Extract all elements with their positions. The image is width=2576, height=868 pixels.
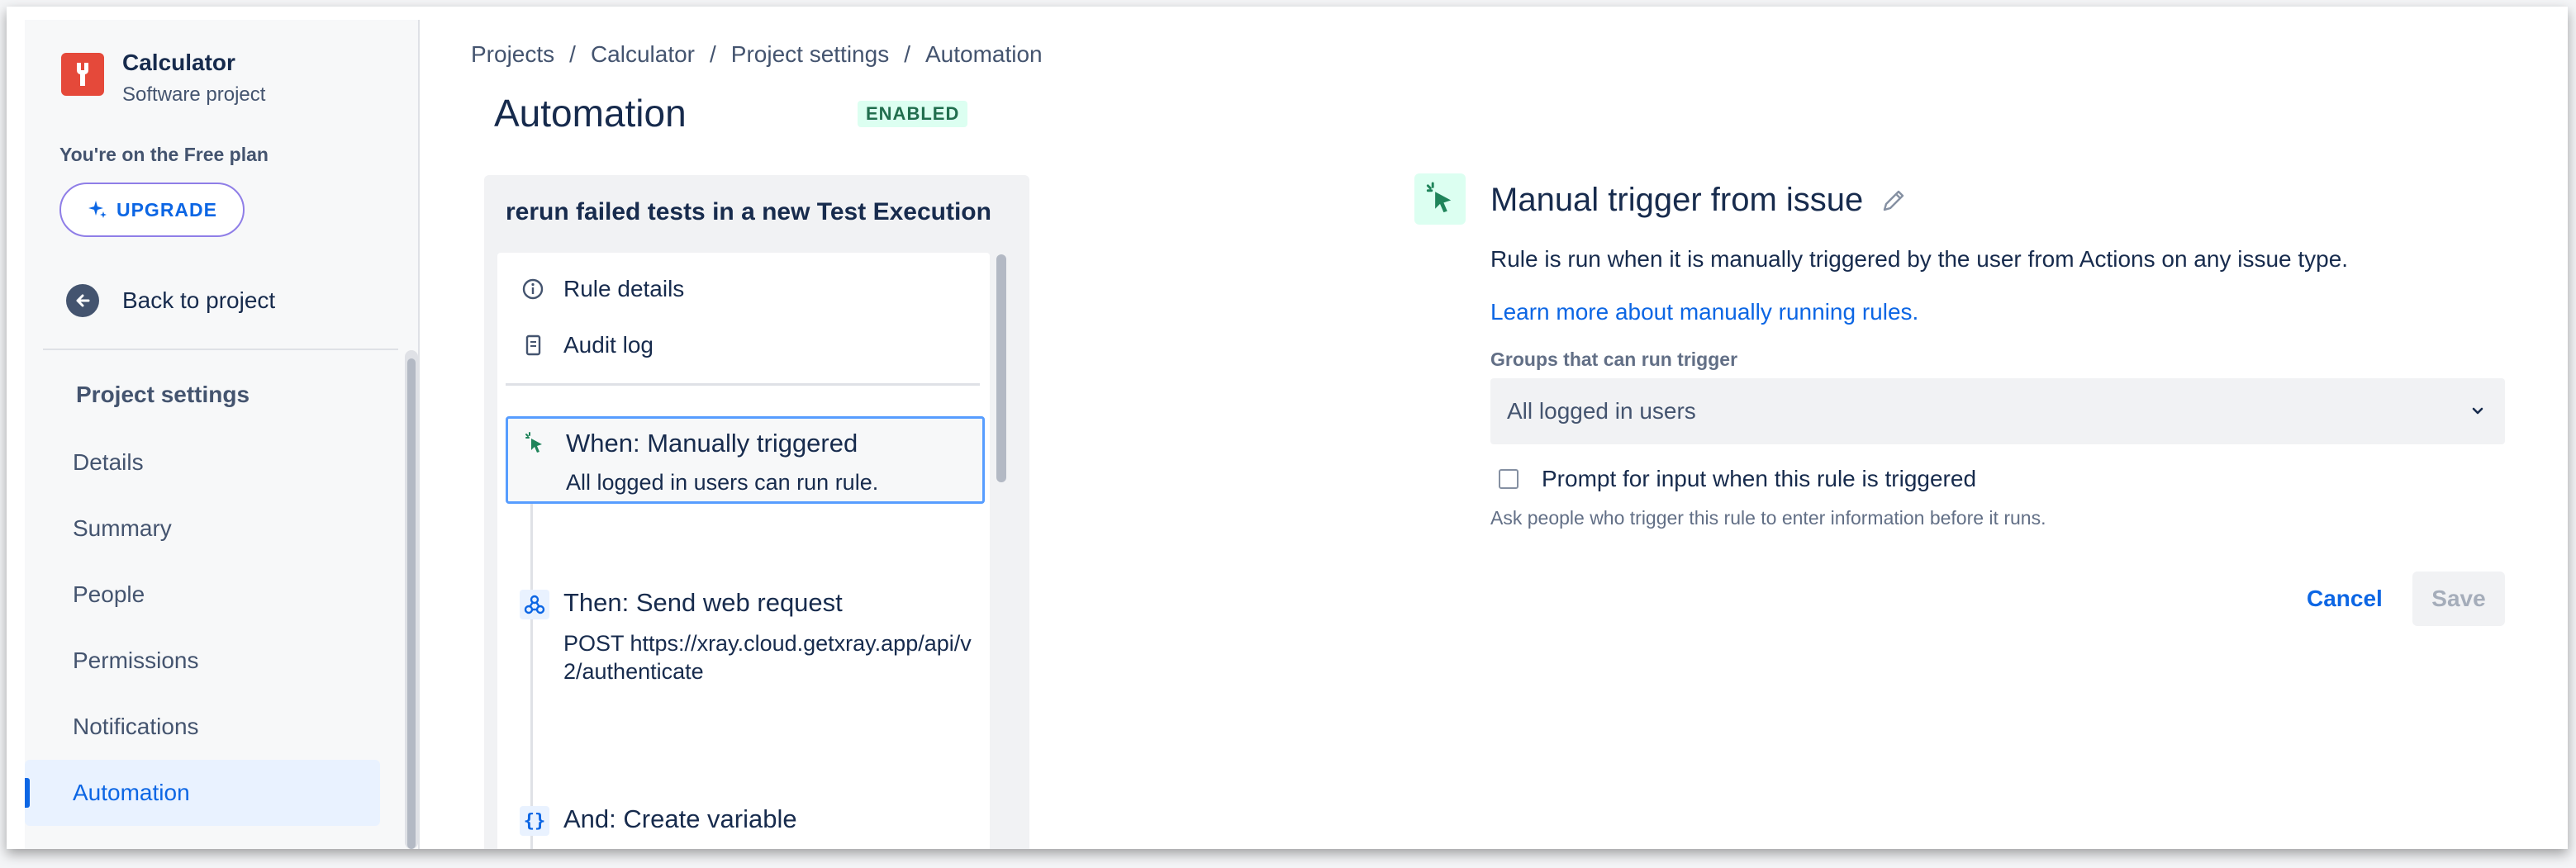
section-title: Project settings	[76, 382, 250, 407]
sparkle-icon	[88, 201, 107, 218]
upgrade-button[interactable]: UPGRADE	[59, 183, 245, 237]
project-type: Software project	[122, 83, 266, 106]
back-label: Back to project	[122, 287, 276, 313]
breadcrumb-projects[interactable]: Projects	[471, 41, 554, 68]
info-icon	[522, 278, 544, 300]
plan-text: You're on the Free plan	[59, 144, 269, 165]
step-title: When: Manually triggered	[566, 429, 858, 458]
rule-name: rerun failed tests in a new Test Executi…	[506, 198, 991, 225]
trigger-title: Manual trigger from issue	[1490, 182, 1908, 219]
breadcrumb-automation[interactable]: Automation	[925, 41, 1043, 68]
breadcrumb-separator: /	[904, 41, 910, 67]
sidebar-item-notifications[interactable]: Notifications	[25, 694, 380, 760]
sidebar-item-label: Details	[73, 449, 144, 475]
sidebar-item-label: Permissions	[73, 647, 199, 673]
rule-component-list: Rule details Audit log When: Manually tr…	[497, 253, 990, 849]
back-to-project-link[interactable]: Back to project	[66, 284, 275, 317]
breadcrumb-project-settings[interactable]: Project settings	[731, 41, 889, 68]
sidebar-scrollbar-thumb[interactable]	[407, 358, 416, 849]
groups-select[interactable]: All logged in users	[1490, 378, 2505, 444]
rule-step-create-variable[interactable]: {} And: Create variable	[508, 798, 987, 847]
divider	[43, 349, 398, 350]
breadcrumb: Projects / Calculator / Project settings…	[471, 41, 1057, 68]
webhook-icon	[520, 590, 549, 619]
braces-icon: {}	[520, 806, 549, 836]
sidebar-item-summary[interactable]: Summary	[25, 496, 380, 562]
trigger-title-text: Manual trigger from issue	[1490, 182, 1864, 218]
sidebar-item-permissions[interactable]: Permissions	[25, 628, 380, 694]
step-subtitle: All logged in users can run rule.	[566, 470, 879, 495]
breadcrumb-separator: /	[569, 41, 576, 67]
sidebar-item-label: Summary	[73, 515, 172, 541]
divider	[506, 383, 980, 386]
prompt-input-label: Prompt for input when this rule is trigg…	[1542, 466, 1977, 491]
chevron-down-icon	[2472, 407, 2483, 415]
groups-label: Groups that can run trigger	[1490, 349, 1738, 370]
step-title: And: Create variable	[563, 804, 797, 833]
step-title: Then: Send web request	[563, 588, 843, 617]
sidebar-item-details[interactable]: Details	[25, 429, 380, 496]
prompt-input-help: Ask people who trigger this rule to ente…	[1490, 507, 2046, 529]
step-subtitle: POST https://xray.cloud.getxray.app/api/…	[563, 631, 972, 684]
rule-details-label: Rule details	[563, 276, 685, 301]
rule-details-link[interactable]: Rule details	[522, 276, 684, 302]
breadcrumb-calculator[interactable]: Calculator	[591, 41, 695, 68]
arrow-left-icon	[66, 284, 99, 317]
document-icon	[525, 334, 541, 356]
breadcrumb-separator: /	[710, 41, 716, 67]
save-button[interactable]: Save	[2412, 572, 2505, 626]
cursor-click-icon	[1414, 173, 1466, 225]
trigger-description: Rule is run when it is manually triggere…	[1490, 246, 2349, 272]
cancel-button[interactable]: Cancel	[2293, 572, 2396, 626]
groups-select-value: All logged in users	[1507, 398, 1696, 424]
audit-log-link[interactable]: Audit log	[522, 332, 654, 358]
rule-panel: rerun failed tests in a new Test Executi…	[484, 175, 1029, 849]
rule-list-scrollbar[interactable]	[996, 254, 1006, 482]
prompt-input-checkbox[interactable]	[1499, 469, 1519, 489]
project-name: Calculator	[122, 50, 235, 75]
pencil-icon[interactable]	[1880, 187, 1908, 215]
project-header[interactable]: Calculator Software project	[61, 48, 265, 109]
app-window: Calculator Software project You're on th…	[7, 7, 2568, 849]
upgrade-label: UPGRADE	[116, 198, 217, 221]
rule-step-trigger[interactable]: When: Manually triggered All logged in u…	[506, 416, 985, 504]
sidebar-item-label: People	[73, 581, 145, 607]
sidebar-item-label: Notifications	[73, 714, 199, 739]
page-title: Automation	[494, 92, 687, 135]
prompt-input-option: Prompt for input when this rule is trigg…	[1499, 466, 1976, 492]
sidebar: Calculator Software project You're on th…	[25, 20, 420, 849]
sidebar-item-people[interactable]: People	[25, 562, 380, 628]
settings-nav: Details Summary People Permissions Notif…	[25, 429, 380, 826]
sidebar-item-automation[interactable]: Automation	[25, 760, 380, 826]
rule-step-web-request[interactable]: Then: Send web request POST https://xray…	[508, 580, 987, 728]
learn-more-link[interactable]: Learn more about manually running rules.	[1490, 299, 1918, 325]
cursor-click-icon	[520, 429, 549, 458]
project-logo-icon	[61, 53, 104, 96]
sidebar-item-label: Automation	[73, 780, 190, 805]
status-badge: ENABLED	[858, 101, 968, 127]
audit-log-label: Audit log	[563, 332, 654, 358]
